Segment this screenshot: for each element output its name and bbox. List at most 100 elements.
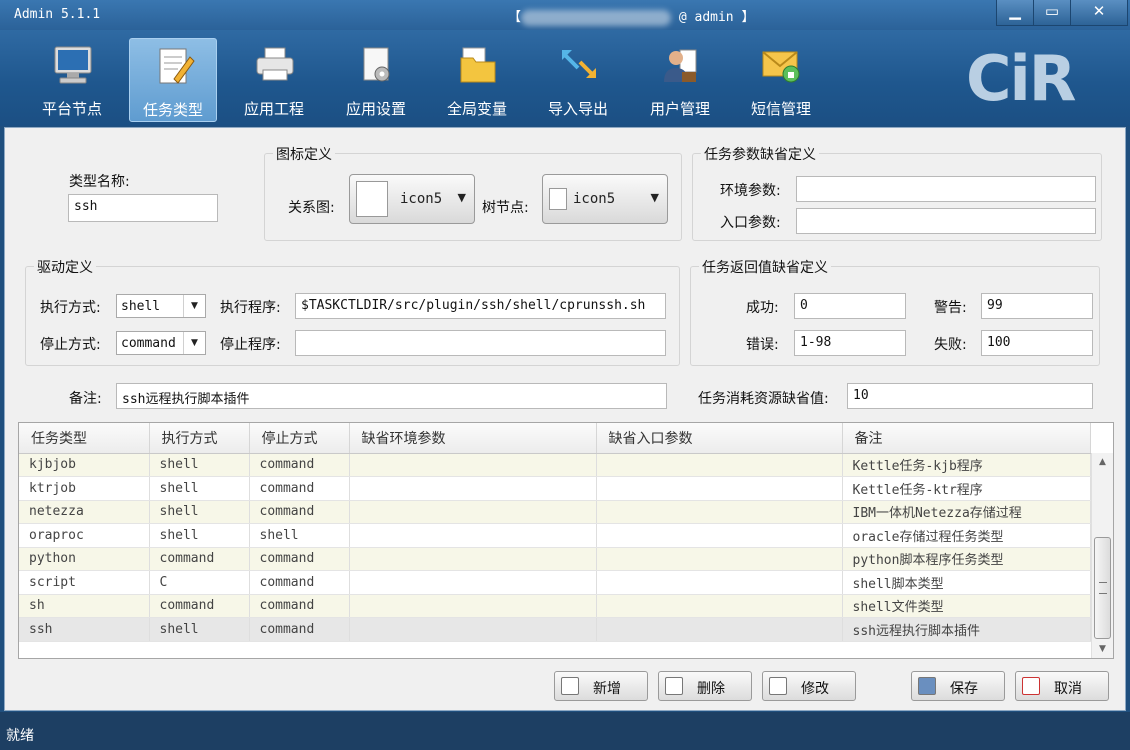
brand-logo: CiR [966,42,1076,115]
maximize-button[interactable]: ▭ [1033,0,1071,26]
table-row-selected[interactable]: ssh shell command ssh远程执行脚本插件 [19,617,1091,642]
users-icon [664,49,697,82]
stop-program-input[interactable] [295,330,666,356]
delete-button[interactable]: 删除 [658,671,752,701]
title-bar: Admin 5.1.1 【 @ admin 】 ▁ ▭ ✕ [0,0,1130,30]
nav-platform-nodes[interactable]: 平台节点 [28,38,116,122]
nav-global-variables[interactable]: 全局变量 [433,38,521,122]
computer-icon [54,46,92,84]
close-icon: ✕ [1092,2,1106,20]
save-button-label: 保存 [950,681,978,697]
relation-diagram-icon-select[interactable]: icon5 ▼ [349,174,475,224]
table-row[interactable]: netezza shell command IBM一体机Netezza存储过程 [19,500,1091,524]
tree-node-icon-select[interactable]: icon5 ▼ [542,174,668,224]
group-title: 图标定义 [273,144,335,164]
table-row[interactable]: python command command python脚本程序任务类型 [19,547,1091,571]
success-label: 成功: [746,300,779,316]
vertical-scrollbar[interactable]: ▲ ▼ [1091,453,1113,658]
table-cell: command [249,570,350,595]
table-cell: shell脚本类型 [842,570,1091,595]
column-header[interactable]: 任务类型 [19,423,150,454]
table-row[interactable]: oraproc shell shell oracle存储过程任务类型 [19,523,1091,548]
failure-input[interactable]: 100 [981,330,1093,356]
add-button-label: 新增 [593,681,621,697]
table-row[interactable]: ktrjob shell command Kettle任务-ktr程序 [19,476,1091,501]
table-cell [596,547,843,571]
group-title: 任务参数缺省定义 [701,144,819,164]
nav-app-settings[interactable]: 应用设置 [332,38,420,122]
document-avatar-icon [356,181,388,217]
cancel-icon [1022,677,1040,695]
cancel-button-label: 取消 [1054,681,1082,697]
warning-input[interactable]: 99 [981,293,1093,319]
table-row[interactable]: script C command shell脚本类型 [19,570,1091,595]
dropdown-arrow-icon: ▼ [457,191,466,204]
delete-document-icon [665,677,683,695]
modify-button-label: 修改 [801,681,829,697]
column-header[interactable]: 缺省环境参数 [349,423,597,454]
scroll-down-icon[interactable]: ▼ [1092,640,1113,658]
scroll-up-icon[interactable]: ▲ [1092,453,1113,471]
table-row[interactable]: kjbjob shell command Kettle任务-kjb程序 [19,453,1091,477]
table-cell [596,594,843,618]
save-disk-icon [918,677,936,695]
minimize-button[interactable]: ▁ [996,0,1034,26]
error-input[interactable]: 1-98 [794,330,906,356]
note-input[interactable]: ssh远程执行脚本插件 [116,383,667,409]
nav-sms-management[interactable]: 短信管理 [737,38,825,122]
table-cell: command [149,547,250,571]
scroll-thumb[interactable] [1094,537,1111,639]
table-cell: script [19,570,150,595]
success-input[interactable]: 0 [794,293,906,319]
cancel-button[interactable]: 取消 [1015,671,1109,701]
table-cell: netezza [19,500,150,524]
group-title: 驱动定义 [34,257,96,277]
exec-mode-value: shell [121,299,161,314]
nav-task-types[interactable]: 任务类型 [129,38,217,122]
column-header[interactable]: 停止方式 [249,423,350,454]
nav-import-export[interactable]: 导入导出 [534,38,622,122]
table-cell: command [249,476,350,501]
stop-mode-select[interactable]: command ▼ [116,331,206,355]
notepad-pencil-icon [159,48,195,84]
type-name-input[interactable]: ssh [68,194,218,222]
table-cell [349,453,597,477]
edit-document-icon [769,677,787,695]
entry-params-input[interactable] [796,208,1096,234]
exec-mode-select[interactable]: shell ▼ [116,294,206,318]
stop-mode-value: command [121,336,176,351]
column-header[interactable]: 缺省入口参数 [596,423,843,454]
table-cell [349,570,597,595]
entry-params-label: 入口参数: [720,215,781,231]
modify-button[interactable]: 修改 [762,671,856,701]
table-header-row: 任务类型 执行方式 停止方式 缺省环境参数 缺省入口参数 备注 [19,423,1091,454]
resource-default-input[interactable]: 10 [847,383,1093,409]
table-cell: sh [19,594,150,618]
exec-program-input[interactable]: $TASKCTLDIR/src/plugin/ssh/shell/cprunss… [295,293,666,319]
nav-app-projects[interactable]: 应用工程 [230,38,318,122]
add-button[interactable]: 新增 [554,671,648,701]
column-header[interactable]: 备注 [842,423,1091,454]
column-header[interactable]: 执行方式 [149,423,250,454]
table-cell [596,453,843,477]
minimize-icon: ▁ [1009,2,1021,20]
document-small-icon [549,188,567,210]
table-cell: shell [149,476,250,501]
table-cell: oracle存储过程任务类型 [842,523,1091,548]
nav-label: 用户管理 [649,100,710,118]
table-cell: ktrjob [19,476,150,501]
nav-user-management[interactable]: 用户管理 [636,38,724,122]
table-row[interactable]: sh command command shell文件类型 [19,594,1091,618]
table-cell [349,476,597,501]
status-bar: 就绪 [0,712,1130,750]
app-title: Admin 5.1.1 [14,7,101,22]
save-button[interactable]: 保存 [911,671,1005,701]
env-params-input[interactable] [796,176,1096,202]
table-cell [349,523,597,548]
close-button[interactable]: ✕ [1070,0,1128,26]
table-cell: ssh远程执行脚本插件 [842,617,1091,642]
table-cell: command [249,594,350,618]
table-cell [596,476,843,501]
failure-label: 失败: [934,337,967,353]
stop-program-label: 停止程序: [220,337,281,353]
